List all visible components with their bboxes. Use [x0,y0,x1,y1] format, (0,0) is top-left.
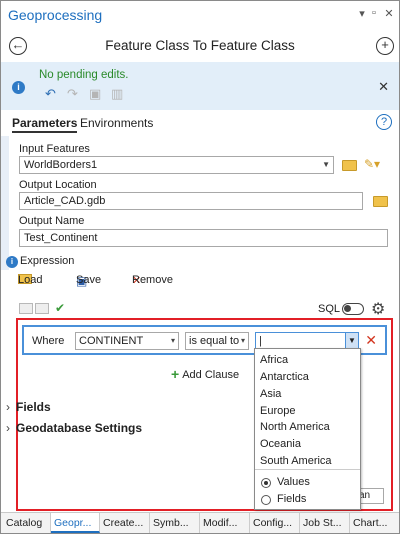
tool-title: Feature Class To Feature Class [105,38,295,53]
output-name-label: Output Name [19,215,85,227]
output-location-value: Article_CAD.gdb [24,195,106,207]
tab-job-status[interactable]: Job St... [300,513,350,533]
close-pane-icon[interactable]: ✕ [382,7,396,20]
geodatabase-settings-section-header[interactable]: › Geodatabase Settings [6,421,142,435]
value-dropdown-list: Africa Antarctica Asia Europe North Amer… [254,348,361,510]
browse-folder-icon[interactable] [373,196,388,207]
chevron-right-icon: › [6,400,10,414]
tab-create[interactable]: Create... [100,513,150,533]
input-features-dropdown[interactable]: WorldBorders1 ▼ [19,156,334,174]
list-item[interactable]: South America [260,455,332,467]
value-select-input[interactable]: | [259,335,262,347]
operator-select[interactable]: is equal to ▾ [185,332,249,350]
pencil-edit-icon[interactable]: ✎▾ [364,157,380,171]
help-icon[interactable]: ? [376,114,392,130]
tab-configure[interactable]: Config... [250,513,300,533]
load-label: Load [18,274,43,286]
output-location-field[interactable]: Article_CAD.gdb [19,192,363,210]
pin-icon[interactable]: ▫ [367,7,381,19]
field-select-value: CONTINENT [79,335,144,347]
fields-section-label: Fields [16,400,51,414]
info-icon: i [6,256,18,268]
chevron-right-icon: › [6,421,10,435]
list-item[interactable]: Europe [260,405,295,417]
chevron-down-icon: ▼ [322,160,330,169]
add-clause-button[interactable]: + Add Clause [171,365,240,382]
redo-icon: ↷ [67,86,78,101]
field-select[interactable]: CONTINENT ▾ [75,332,179,350]
list-item[interactable]: North America [260,421,330,433]
chevron-down-icon: ▾ [240,336,245,345]
save-edits-icon: ▣ [89,86,102,101]
input-features-label: Input Features [19,143,90,155]
tab-catalog[interactable]: Catalog [3,513,51,533]
browse-folder-icon[interactable] [342,160,357,171]
tool-header: ← Feature Class To Feature Class + [1,30,399,62]
operator-select-value: is equal to [189,335,240,347]
list-item[interactable]: Africa [260,354,288,366]
parameter-highlight-bar [1,136,9,270]
list-item[interactable]: Asia [260,388,281,400]
where-label: Where [32,335,65,347]
chevron-down-icon: ▾ [170,336,175,345]
plus-icon: + [171,366,180,382]
save-label: Save [76,274,102,286]
undo-icon[interactable]: ↶ [45,86,56,102]
close-notice-icon[interactable]: ✕ [378,79,389,95]
tab-modify[interactable]: Modif... [200,513,250,533]
pane-title-bar: Geoprocessing ▾ ▫ ✕ [1,1,399,29]
fields-section-header[interactable]: › Fields [6,400,51,414]
collapse-left-icon[interactable] [19,303,33,314]
sql-toggle[interactable] [342,303,364,315]
fields-radio[interactable] [261,495,271,505]
tab-parameters[interactable]: Parameters [12,116,78,133]
info-icon: i [12,81,25,94]
tab-chart[interactable]: Chart... [350,513,398,533]
values-radio-label[interactable]: Values [277,476,310,488]
chevron-down-icon[interactable]: ▼ [345,333,358,349]
sql-label: SQL [318,303,341,315]
geodatabase-settings-label: Geodatabase Settings [16,421,143,435]
delete-clause-icon[interactable]: ✕ [365,332,377,349]
list-item[interactable]: Antarctica [260,371,309,383]
list-item[interactable]: Oceania [260,438,301,450]
add-clause-label: Add Clause [182,369,240,381]
tab-environments[interactable]: Environments [80,116,153,130]
values-radio[interactable] [261,478,271,488]
tab-geoprocessing[interactable]: Geopr... [51,513,100,533]
gear-icon[interactable]: ⚙ [371,299,385,319]
parameter-tabs: Parameters Environments [1,114,399,134]
tab-symbology[interactable]: Symb... [150,513,200,533]
divider [255,469,360,470]
pane-title: Geoprocessing [8,7,103,23]
expression-label: Expression [20,255,75,267]
remove-label: Remove [132,274,173,286]
input-features-value: WorldBorders1 [24,159,98,171]
collapse-right-icon[interactable] [35,303,49,314]
expression-header: i Expression [1,254,399,270]
edit-status-bar: i No pending edits. ↶ ↷ ▣ ▥ ✕ [1,62,399,110]
pending-edits-message: No pending edits. [39,69,129,81]
output-location-label: Output Location [19,179,97,191]
check-icon[interactable]: ✔ [55,301,65,315]
discard-edits-icon: ▥ [111,86,124,101]
output-name-value: Test_Continent [24,232,98,244]
bottom-tab-strip: Catalog Geopr... Create... Symb... Modif… [1,512,399,533]
add-tool-icon[interactable]: + [376,37,394,55]
fields-radio-label[interactable]: Fields [277,493,306,505]
output-name-field[interactable]: Test_Continent [19,229,388,247]
